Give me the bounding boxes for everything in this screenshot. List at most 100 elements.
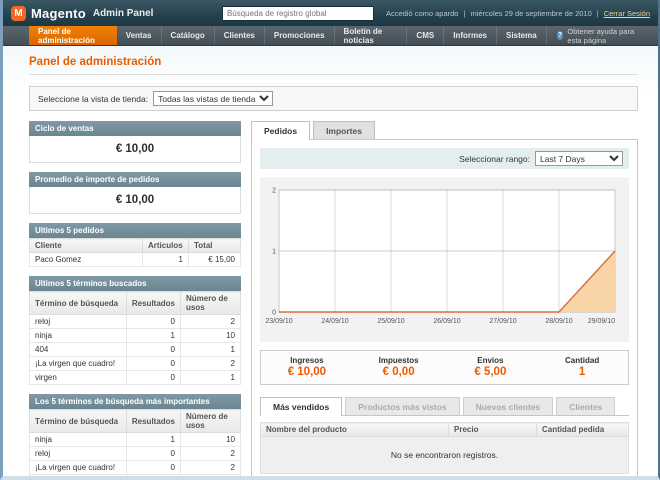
content-area: Panel de administración Seleccione la vi… <box>3 46 658 479</box>
nav-item-sales[interactable]: Ventas <box>117 26 162 45</box>
cell-uses: 2 <box>181 357 241 371</box>
tab-orders[interactable]: Pedidos <box>251 121 310 140</box>
column-header: Resultados <box>126 292 180 315</box>
lifetime-sales-box: Ciclo de ventas € 10,00 <box>29 121 241 163</box>
table-row[interactable]: ¡La virgen que cuadro! 0 2 <box>30 461 241 475</box>
cell-term: 404 <box>30 343 127 357</box>
cell-term: virgen <box>30 371 127 385</box>
nav-item-promotions[interactable]: Promociones <box>265 26 335 45</box>
range-select[interactable]: Last 7 Days <box>535 151 623 166</box>
help-link-label: Obtener ayuda para esta página <box>567 27 648 45</box>
nav-item-catalog[interactable]: Catálogo <box>162 26 215 45</box>
nav-item-system[interactable]: Sistema <box>497 26 547 45</box>
top-search-terms-box: Los 5 términos de búsqueda más important… <box>29 394 241 480</box>
table-row[interactable]: reloj 0 2 <box>30 447 241 461</box>
cell-results: 0 <box>126 371 180 385</box>
logout-link[interactable]: Cerrar Sesión <box>604 9 650 18</box>
nav-item-reports[interactable]: Informes <box>444 26 497 45</box>
lifetime-sales-title: Ciclo de ventas <box>29 121 241 136</box>
column-header: Precio <box>449 423 537 437</box>
cell-results: 0 <box>126 461 180 475</box>
svg-text:2: 2 <box>272 188 276 195</box>
store-view-bar: Seleccione la vista de tienda: Todas las… <box>29 86 638 111</box>
column-header: Cliente <box>30 239 143 253</box>
user-info: Accedió como apardo | miércoles 29 de se… <box>386 9 650 18</box>
global-search-input[interactable] <box>222 6 374 21</box>
range-label: Seleccionar rango: <box>459 154 530 164</box>
svg-text:29/09/10: 29/09/10 <box>588 318 615 325</box>
tab-amounts[interactable]: Importes <box>313 121 375 139</box>
help-globe-icon: ? <box>557 31 564 40</box>
cell-results: 1 <box>126 433 180 447</box>
column-header: Término de búsqueda <box>30 410 127 433</box>
cell-term: reloj <box>30 315 127 329</box>
cell-results: 0 <box>126 475 180 480</box>
logged-in-as: Accedió como apardo <box>386 9 459 18</box>
stat-label: Envios <box>445 356 537 365</box>
logo-text: Magento <box>31 6 86 21</box>
column-header: Articulos <box>143 239 189 253</box>
stat-revenue: Ingresos € 10,00 <box>261 356 353 378</box>
cell-uses: 10 <box>181 329 241 343</box>
cell-results: 0 <box>126 315 180 329</box>
dashboard-main: Pedidos Importes Seleccionar rango: Last… <box>251 121 638 480</box>
last-search-terms-box: Ultimos 5 términos buscados Término de b… <box>29 276 241 385</box>
header-bar: M Magento Admin Panel Accedió como apard… <box>3 0 658 26</box>
last-orders-table: Cliente Articulos Total Paco Gomez 1 € 1… <box>29 238 241 267</box>
table-row[interactable]: ninja 1 10 <box>30 329 241 343</box>
nav-item-dashboard[interactable]: Panel de administración <box>29 26 117 45</box>
average-orders-value: € 10,00 <box>29 187 241 214</box>
range-bar: Seleccionar rango: Last 7 Days <box>260 148 629 169</box>
store-view-select[interactable]: Todas las vistas de tienda <box>153 91 273 106</box>
dashboard-sidebar: Ciclo de ventas € 10,00 Promedio de impo… <box>29 121 241 480</box>
column-header: Número de usos <box>181 410 241 433</box>
stat-value: 1 <box>536 366 628 378</box>
table-row[interactable]: 404 0 1 <box>30 343 241 357</box>
nav-item-cms[interactable]: CMS <box>407 26 444 45</box>
average-orders-title: Promedio de importe de pedidos <box>29 172 241 187</box>
table-row[interactable]: ¡La virgen que cuadro! 0 2 <box>30 357 241 371</box>
stat-quantity: Cantidad 1 <box>536 356 628 378</box>
cell-results: 1 <box>126 329 180 343</box>
last-orders-box: Ultimos 5 pedidos Cliente Articulos Tota… <box>29 223 241 267</box>
stat-tax: Impuestos € 0,00 <box>353 356 445 378</box>
orders-chart: 01223/09/1024/09/1025/09/1026/09/1027/09… <box>263 182 621 332</box>
cell-uses: 2 <box>181 447 241 461</box>
svg-text:23/09/10: 23/09/10 <box>265 318 292 325</box>
tab-bestsellers[interactable]: Más vendidos <box>260 397 342 416</box>
column-header: Nombre del producto <box>261 423 449 437</box>
column-header: Número de usos <box>181 292 241 315</box>
column-header: Cantidad pedida <box>537 423 629 437</box>
table-row[interactable]: ninja 1 10 <box>30 433 241 447</box>
cell-results: 0 <box>126 343 180 357</box>
cell-uses: 1 <box>181 371 241 385</box>
column-header: Resultados <box>126 410 180 433</box>
chart-tabs: Pedidos Importes <box>251 121 638 139</box>
stat-shipping: Envios € 5,00 <box>445 356 537 378</box>
magento-logo[interactable]: M Magento Admin Panel <box>11 6 153 21</box>
svg-text:0: 0 <box>272 310 276 317</box>
last-search-terms-table: Término de búsqueda Resultados Número de… <box>29 291 241 385</box>
cell-uses: 2 <box>181 461 241 475</box>
orders-chart-frame: 01223/09/1024/09/1025/09/1026/09/1027/09… <box>260 177 629 342</box>
stat-label: Cantidad <box>536 356 628 365</box>
top-search-terms-title: Los 5 términos de búsqueda más important… <box>29 394 241 409</box>
table-row[interactable]: reloj 0 2 <box>30 315 241 329</box>
tab-most-viewed[interactable]: Productos más vistos <box>345 397 459 415</box>
tab-new-customers[interactable]: Nuevos clientes <box>463 397 554 415</box>
lifetime-sales-value: € 10,00 <box>29 136 241 163</box>
cell-results: 0 <box>126 447 180 461</box>
page-title: Panel de administración <box>29 56 638 75</box>
table-row[interactable]: virgen 0 1 <box>30 371 241 385</box>
nav-item-customers[interactable]: Clientes <box>215 26 265 45</box>
help-link[interactable]: ? Obtener ayuda para esta página <box>547 26 658 45</box>
column-header: Término de búsqueda <box>30 292 127 315</box>
tab-customers[interactable]: Clientes <box>556 397 615 415</box>
svg-text:24/09/10: 24/09/10 <box>321 318 348 325</box>
nav-item-newsletter[interactable]: Boletín de noticias <box>335 26 408 45</box>
table-row[interactable]: 404 0 1 <box>30 475 241 480</box>
store-view-label: Seleccione la vista de tienda: <box>38 94 148 104</box>
products-tabs: Más vendidos Productos más vistos Nuevos… <box>260 397 629 416</box>
table-row[interactable]: Paco Gomez 1 € 15,00 <box>30 253 241 267</box>
stat-value: € 5,00 <box>445 366 537 378</box>
